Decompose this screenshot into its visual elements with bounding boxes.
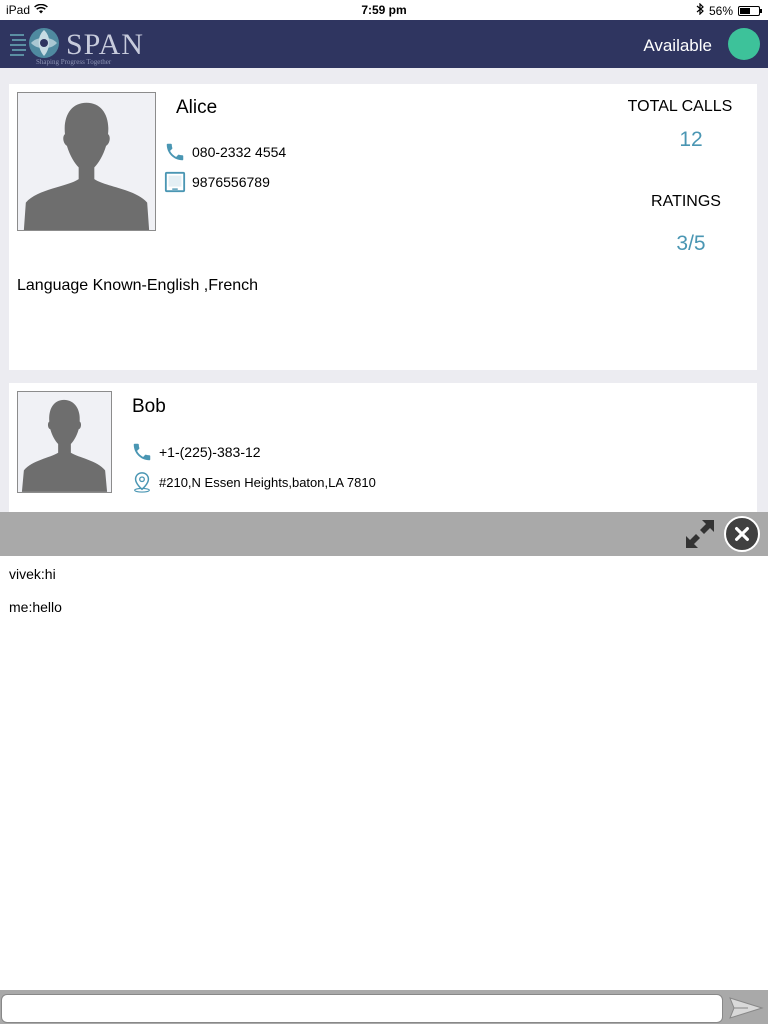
person-silhouette-icon bbox=[23, 102, 150, 230]
address-text: #210,N Essen Heights,baton,LA 7810 bbox=[159, 474, 376, 490]
rating-value: 3/5 bbox=[676, 232, 706, 255]
phone-row[interactable]: 080-2332 4554 bbox=[164, 141, 286, 163]
contact-card[interactable]: Bob +1-(225)-383-12 #210,N Essen Heights… bbox=[9, 383, 757, 512]
close-icon[interactable] bbox=[724, 516, 760, 552]
person-silhouette-icon bbox=[21, 399, 108, 492]
address-row: #210,N Essen Heights,baton,LA 7810 bbox=[131, 471, 376, 493]
total-calls-value: 12 bbox=[679, 128, 703, 151]
chat-message: me:hello bbox=[9, 599, 62, 615]
chat-message: vivek:hi bbox=[9, 566, 56, 582]
contact-card[interactable]: Alice 080-2332 4554 9876556789 TOTAL CAL… bbox=[9, 84, 757, 370]
expand-icon[interactable] bbox=[680, 514, 720, 554]
battery-fill bbox=[740, 7, 751, 14]
availability-label: Available bbox=[643, 36, 712, 55]
avatar bbox=[17, 391, 112, 493]
battery-percent: 56% bbox=[708, 3, 733, 18]
location-pin-icon bbox=[131, 471, 153, 493]
phone-row[interactable]: +1-(225)-383-12 bbox=[131, 441, 261, 463]
logo-tagline: Shaping Progress Together bbox=[36, 58, 112, 66]
phone-icon bbox=[131, 441, 153, 463]
total-calls-label: TOTAL CALLS bbox=[627, 98, 733, 115]
logo-text: SPAN bbox=[66, 28, 144, 61]
mobile-number: 9876556789 bbox=[192, 174, 270, 190]
availability-toggle[interactable] bbox=[728, 28, 760, 60]
bluetooth-icon bbox=[696, 2, 704, 18]
phone-number: +1-(225)-383-12 bbox=[159, 444, 261, 460]
app-header: SPAN Shaping Progress Together Available bbox=[0, 20, 768, 68]
phone-icon bbox=[164, 141, 186, 163]
span-logo: SPAN Shaping Progress Together bbox=[10, 24, 150, 66]
status-time: 7:59 pm bbox=[361, 3, 407, 17]
ratings-label: RATINGS bbox=[651, 193, 721, 210]
status-bar: iPad 7:59 pm 56% bbox=[0, 0, 768, 20]
chat-messages: vivek:hi me:hello bbox=[0, 556, 768, 990]
chat-toolbar bbox=[0, 512, 768, 556]
send-icon[interactable] bbox=[728, 994, 764, 1022]
contact-name: Bob bbox=[132, 396, 166, 417]
mobile-row[interactable]: 9876556789 bbox=[164, 171, 270, 193]
avatar bbox=[17, 92, 156, 231]
chat-composer bbox=[0, 990, 768, 1024]
phone-number: 080-2332 4554 bbox=[192, 144, 287, 160]
tablet-icon bbox=[164, 171, 186, 193]
contact-name: Alice bbox=[176, 97, 218, 118]
languages-known: Language Known-English ,French bbox=[17, 277, 259, 294]
status-right: 56% bbox=[696, 2, 762, 18]
chat-input[interactable] bbox=[1, 994, 723, 1023]
battery-icon bbox=[738, 5, 762, 16]
